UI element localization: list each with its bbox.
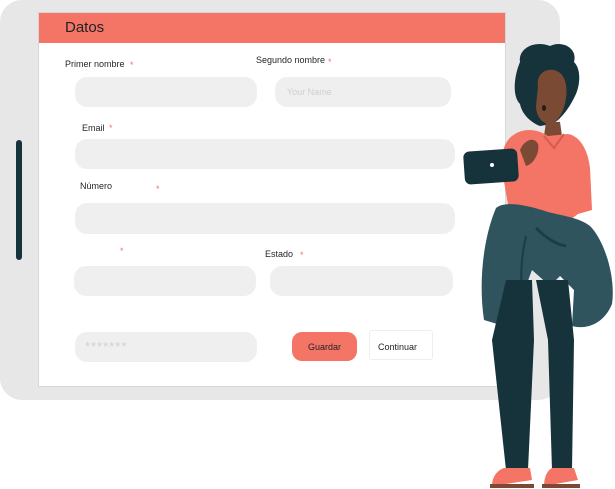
second-name-input[interactable]: [275, 77, 451, 107]
state-input[interactable]: [270, 266, 453, 296]
tablet-side-button: [16, 140, 22, 260]
first-name-label: Primer nombre: [65, 59, 125, 69]
save-button[interactable]: Guardar: [292, 332, 357, 361]
state-label: Estado: [265, 249, 294, 259]
email-label: Email: [82, 123, 105, 133]
form-screen: Datos Primer nombre * Segundo nombre * E…: [38, 12, 506, 387]
woman-holding-tablet-illustration: [463, 43, 613, 488]
number-input[interactable]: [75, 203, 455, 234]
second-name-label: Segundo nombre: [256, 55, 326, 65]
email-input[interactable]: [75, 139, 455, 169]
first-name-required-mark: *: [130, 60, 134, 70]
email-required-mark: *: [109, 123, 113, 133]
form-header: Datos: [39, 13, 505, 43]
number-required-mark: *: [156, 184, 160, 194]
first-name-input[interactable]: [75, 77, 257, 107]
state-required-mark: *: [300, 250, 304, 260]
password-field[interactable]: *******: [75, 332, 257, 362]
form-title: Datos: [65, 19, 105, 36]
continue-button[interactable]: Continuar: [369, 330, 433, 360]
second-name-required-mark: *: [328, 57, 332, 67]
unlabeled-input[interactable]: [74, 266, 256, 296]
number-label: Número: [80, 181, 113, 191]
unlabeled-required-mark: *: [120, 246, 124, 256]
